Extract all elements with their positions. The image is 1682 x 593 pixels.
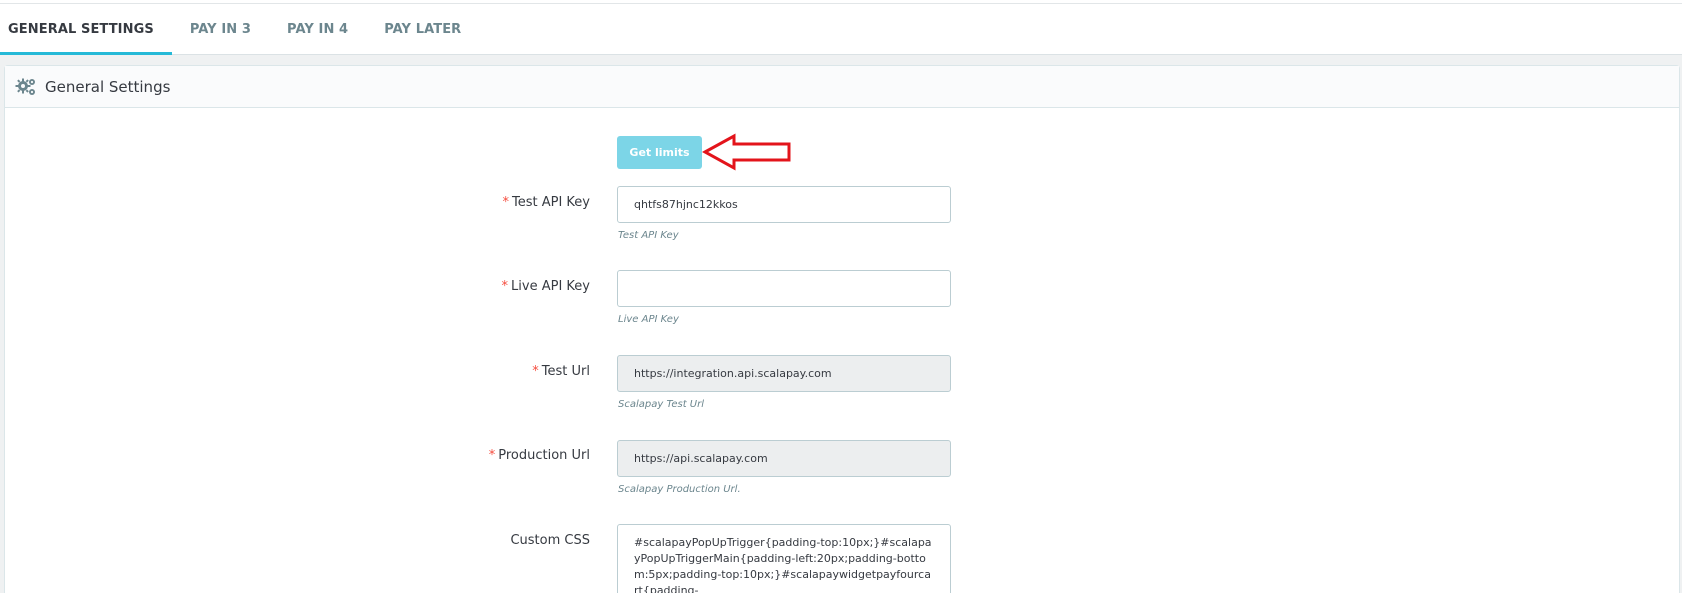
gears-icon — [15, 78, 35, 95]
test-url-label: * Test Url — [0, 364, 590, 379]
tab-pay-later[interactable]: PAY LATER — [366, 4, 479, 55]
panel-title: General Settings — [45, 77, 171, 96]
test-api-key-help: Test API Key — [618, 230, 679, 241]
settings-tabs: GENERAL SETTINGS PAY IN 3 PAY IN 4 PAY L… — [0, 4, 1682, 55]
test-url-input[interactable]: https://integration.api.scalapay.com — [617, 355, 951, 392]
required-marker: * — [488, 448, 496, 463]
test-api-key-label-text: Test API Key — [512, 195, 590, 210]
required-marker: * — [502, 195, 510, 210]
general-settings-panel: General Settings — [4, 65, 1680, 593]
required-marker: * — [532, 364, 539, 379]
production-url-label-text: Production Url — [498, 448, 590, 463]
custom-css-textarea[interactable]: #scalapayPopUpTrigger{padding-top:10px;}… — [617, 524, 951, 593]
custom-css-label-text: Custom CSS — [510, 533, 590, 548]
required-marker: * — [501, 279, 509, 294]
production-url-label: * Production Url — [0, 448, 590, 463]
test-url-label-text: Test Url — [541, 364, 590, 379]
live-api-key-input[interactable] — [617, 270, 951, 307]
tab-general-settings[interactable]: GENERAL SETTINGS — [0, 4, 172, 55]
tab-pay-in-4[interactable]: PAY IN 4 — [269, 4, 366, 55]
live-api-key-help: Live API Key — [618, 314, 679, 325]
production-url-input[interactable]: https://api.scalapay.com — [617, 440, 951, 477]
test-api-key-label: * Test API Key — [0, 195, 591, 210]
custom-css-label: Custom CSS — [0, 533, 590, 548]
test-url-help: Scalapay Test Url — [618, 399, 704, 410]
red-arrow-icon — [702, 133, 791, 171]
live-api-key-label: * Live API Key — [0, 279, 590, 294]
production-url-help: Scalapay Production Url. — [618, 484, 741, 495]
panel-heading: General Settings — [5, 66, 1679, 108]
live-api-key-label-text: Live API Key — [511, 279, 590, 294]
test-api-key-input[interactable]: qhtfs87hjnc12kkos — [617, 186, 951, 223]
get-limits-button[interactable]: Get limits — [617, 136, 702, 169]
tab-pay-in-3[interactable]: PAY IN 3 — [172, 4, 269, 55]
